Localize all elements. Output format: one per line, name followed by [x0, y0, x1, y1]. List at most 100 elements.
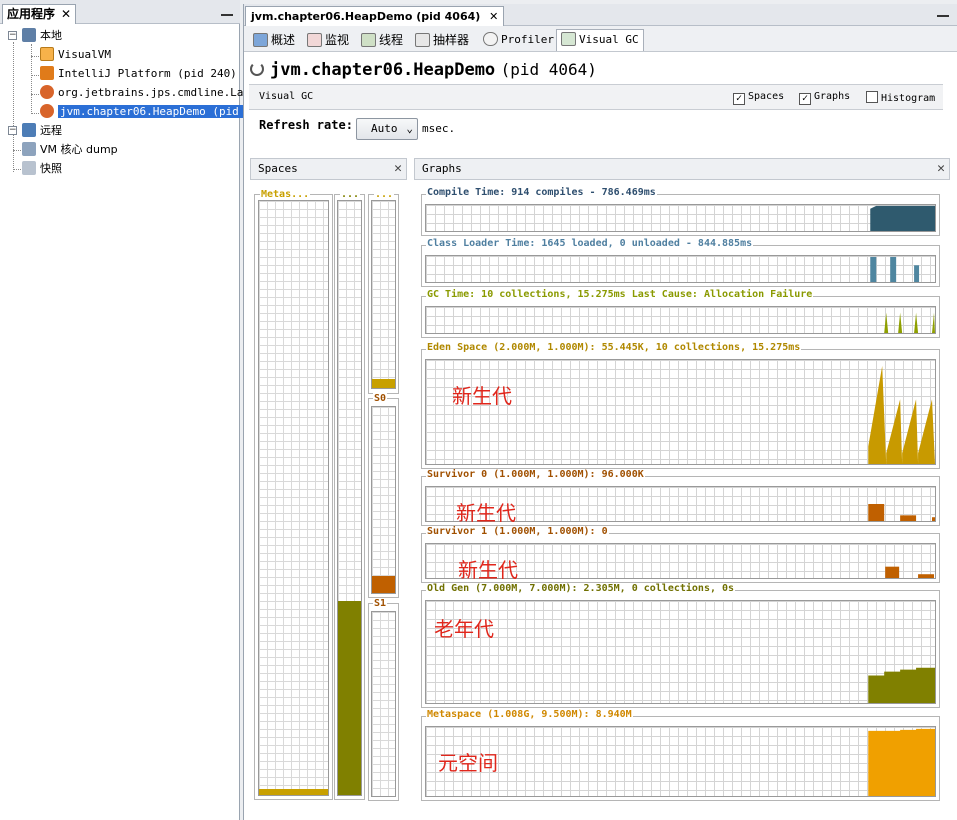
annotation-old-gen: 老年代	[434, 617, 494, 641]
s0-label: S0	[373, 393, 388, 404]
tree-item-snapshots[interactable]: 快照	[22, 160, 62, 178]
document-tab[interactable]: jvm.chapter06.HeapDemo (pid 4064) ✕	[245, 6, 505, 27]
old-gen-plot	[868, 667, 935, 703]
graphs-panel-header: Graphs ✕	[414, 158, 950, 180]
computer-icon	[22, 28, 36, 42]
s0-fill	[372, 576, 395, 593]
graph-label: Metaspace (1.008G, 9.500M): 8.940M	[426, 709, 633, 720]
class-loader-plot	[870, 256, 920, 282]
collapse-icon[interactable]: −	[8, 126, 17, 135]
graph-label: Class Loader Time: 1645 loaded, 0 unload…	[426, 238, 754, 249]
tree-item-local[interactable]: 本地	[22, 27, 62, 45]
graph-label: Old Gen (7.000M, 7.000M): 2.305M, 0 coll…	[426, 583, 736, 594]
eden-space-plot	[868, 365, 935, 464]
oldgen-bar	[337, 200, 362, 796]
spaces-checkbox[interactable]: ✓ Spaces	[733, 91, 784, 105]
oldgen-fill	[338, 601, 361, 795]
metaspace-plot	[868, 728, 935, 796]
chevron-down-icon: ⌄	[406, 122, 413, 135]
minimize-icon[interactable]	[937, 15, 949, 17]
graph-eden-space: Eden Space (2.000M, 1.000M): 55.445K, 10…	[421, 342, 940, 469]
annotation-young-gen: 新生代	[452, 384, 512, 408]
page-title: jvm.chapter06.HeapDemo (pid 4064)	[250, 60, 597, 80]
s0-bar	[371, 406, 396, 594]
graph-metaspace: Metaspace (1.008G, 9.500M): 8.940M 元空间	[421, 709, 940, 801]
minimize-icon[interactable]	[221, 14, 233, 16]
metaspace-label: Metas...	[260, 189, 311, 200]
graph-label: Eden Space (2.000M, 1.000M): 55.445K, 10…	[426, 342, 802, 353]
graph-class-loader-time: Class Loader Time: 1645 loaded, 0 unload…	[421, 238, 940, 287]
applications-tabbar: 应用程序 ✕	[0, 0, 240, 24]
gc-time-plot	[884, 312, 935, 333]
visualvm-icon	[40, 47, 54, 61]
tab-monitor[interactable]: 监视	[302, 29, 354, 51]
tree-item-coredump[interactable]: VM 核心 dump	[22, 141, 118, 159]
graph-label: Survivor 0 (1.000M, 1.000M): 96.000K	[426, 469, 645, 480]
spaces-panel-header: Spaces ✕	[250, 158, 407, 180]
sampler-icon	[415, 33, 430, 47]
checkbox-checked-icon: ✓	[799, 93, 811, 105]
loading-icon	[250, 62, 264, 76]
annotation-metaspace: 元空间	[438, 751, 498, 775]
monitor-icon	[307, 33, 322, 47]
graph-survivor-1: Survivor 1 (1.000M, 1.000M): 0 新生代	[421, 526, 940, 583]
overview-icon	[253, 33, 268, 47]
java-icon	[40, 104, 54, 118]
subtab-bar: 概述 监视 线程 抽样器 Profiler Visual GC	[244, 26, 957, 52]
visualgc-icon	[561, 32, 576, 46]
graph-label: Survivor 1 (1.000M, 1.000M): 0	[426, 526, 609, 537]
profiler-icon	[483, 32, 498, 46]
applications-panel: 应用程序 ✕ − − 本地 VisualVM IntelliJ Platform …	[0, 0, 261, 820]
tree-item-remote[interactable]: 远程	[22, 122, 62, 140]
close-icon[interactable]: ✕	[394, 159, 402, 179]
tab-visual-gc[interactable]: Visual GC	[556, 29, 644, 51]
eden-bar	[371, 200, 396, 389]
eden-fill	[372, 379, 395, 388]
annotation-young-gen: 新生代	[458, 558, 518, 582]
close-icon[interactable]: ✕	[489, 10, 498, 23]
graph-label: GC Time: 10 collections, 15.275ms Last C…	[426, 289, 814, 300]
visual-gc-toolbar: Visual GC ✓ Spaces ✓ Graphs Histogram	[249, 84, 943, 110]
document-tabbar: jvm.chapter06.HeapDemo (pid 4064) ✕	[244, 4, 957, 27]
tree-item-visualvm[interactable]: VisualVM	[40, 46, 111, 64]
coredump-icon	[22, 142, 36, 156]
remote-icon	[22, 123, 36, 137]
refresh-rate-label: Refresh rate:	[259, 118, 353, 132]
graph-old-gen: Old Gen (7.000M, 7.000M): 2.305M, 0 coll…	[421, 583, 940, 708]
tab-threads[interactable]: 线程	[356, 29, 408, 51]
collapse-icon[interactable]: −	[8, 31, 17, 40]
graphs-checkbox[interactable]: ✓ Graphs	[799, 91, 850, 105]
refresh-rate-select[interactable]: Auto ⌄	[356, 118, 418, 140]
graph-survivor-0: Survivor 0 (1.000M, 1.000M): 96.000K 新生代	[421, 469, 940, 526]
tree-item-intellij[interactable]: IntelliJ Platform (pid 240)	[40, 65, 237, 83]
s1-bar	[371, 611, 396, 797]
annotation-young-gen: 新生代	[456, 501, 516, 525]
graph-label: Compile Time: 914 compiles - 786.469ms	[426, 187, 657, 198]
document-panel: jvm.chapter06.HeapDemo (pid 4064) ✕ 概述 监…	[243, 4, 957, 820]
metaspace-bar	[258, 200, 329, 796]
eden-label: ...	[374, 189, 395, 200]
applications-tab[interactable]: 应用程序 ✕	[2, 4, 77, 24]
tree-item-jps-launcher[interactable]: org.jetbrains.jps.cmdline.Laun	[40, 84, 257, 102]
visual-gc-label: Visual GC	[259, 91, 314, 102]
checkbox-checked-icon: ✓	[733, 93, 745, 105]
snapshot-icon	[22, 161, 36, 175]
applications-tab-label: 应用程序	[7, 7, 56, 21]
tree-item-heapdemo[interactable]: jvm.chapter06.HeapDemo (pid 40	[40, 103, 261, 121]
close-icon[interactable]: ✕	[61, 7, 71, 21]
tab-overview[interactable]: 概述	[248, 29, 300, 51]
threads-icon	[361, 33, 376, 47]
metaspace-fill	[259, 789, 328, 795]
oldgen-label: ...	[340, 189, 361, 200]
document-tab-label: jvm.chapter06.HeapDemo (pid 4064)	[251, 10, 481, 23]
histogram-checkbox[interactable]: Histogram	[866, 91, 935, 104]
tab-profiler[interactable]: Profiler	[478, 29, 559, 51]
tab-sampler[interactable]: 抽样器	[410, 29, 474, 51]
graph-gc-time: GC Time: 10 collections, 15.275ms Last C…	[421, 289, 940, 338]
intellij-icon	[40, 66, 54, 80]
close-icon[interactable]: ✕	[937, 159, 945, 179]
compile-time-plot	[870, 205, 935, 231]
java-icon	[40, 85, 54, 99]
refresh-units: msec.	[422, 122, 456, 135]
graph-compile-time: Compile Time: 914 compiles - 786.469ms	[421, 187, 940, 236]
